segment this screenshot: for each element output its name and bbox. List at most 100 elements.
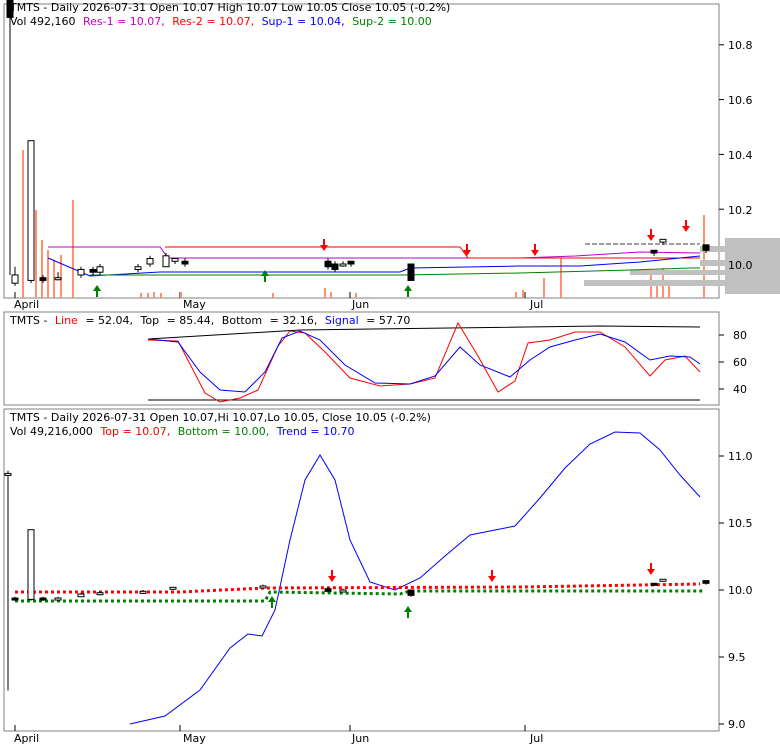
- res1-label: Res-1 = 10.07,: [83, 15, 165, 28]
- volume-bar: [272, 293, 274, 298]
- month-label: April: [14, 732, 39, 745]
- trend-ytick: 11.0: [728, 450, 753, 463]
- month-label: Jun: [351, 732, 369, 745]
- volume-bar: [35, 210, 37, 298]
- volume-bar: [147, 293, 149, 298]
- candle-body: [339, 263, 347, 267]
- volume-bar: [41, 240, 43, 298]
- candle-body: [4, 472, 12, 476]
- candle-body: [134, 266, 142, 270]
- candle-body: [146, 258, 154, 265]
- trend-trend-label: Trend = 10.70: [276, 425, 355, 438]
- price-ytick: 10.2: [728, 204, 753, 217]
- volume-bar: [22, 150, 24, 298]
- month-label: Jul: [529, 732, 543, 745]
- signal-label: Signal: [325, 314, 359, 327]
- trend-ytick: 9.0: [728, 718, 746, 731]
- candle-body: [39, 597, 47, 601]
- trend-title: TMTS - Daily 2026-07-31 Open 10.07,Hi 10…: [9, 411, 431, 424]
- volume-bar: [153, 292, 155, 298]
- oscillator-ytick: 40: [733, 383, 747, 396]
- candle-body: [139, 590, 147, 594]
- volume-bar: [543, 278, 545, 298]
- candle-body: [77, 593, 85, 598]
- candle-body: [324, 260, 332, 268]
- candle-body: [659, 578, 667, 582]
- sup2-label: Sup-2 = 10.00: [352, 15, 432, 28]
- candle-body: [259, 585, 267, 589]
- trend-ytick: 9.5: [728, 651, 746, 664]
- trend-ytick: 10.5: [728, 517, 753, 530]
- candle-body: [339, 589, 347, 593]
- candle-body: [650, 582, 658, 586]
- candle-body: [181, 260, 189, 265]
- volume-profile-bar: [700, 260, 725, 266]
- candle-body: [96, 592, 104, 596]
- price-title: TMTS - Daily 2026-07-31 Open 10.07 High …: [9, 1, 450, 14]
- volume-bar: [522, 290, 524, 298]
- volume-profile-bar: [630, 270, 725, 275]
- candle-body: [96, 266, 104, 273]
- trend-volume-label: Vol 49,216,000: [10, 425, 93, 438]
- volume-bar: [180, 292, 182, 298]
- volume-bar: [330, 292, 332, 298]
- candle-body: [39, 277, 47, 281]
- volume-bar: [72, 200, 74, 298]
- candle-body: [331, 263, 339, 270]
- candle-body: [54, 277, 62, 281]
- volume-bar: [140, 293, 142, 298]
- volume-bar: [515, 292, 517, 298]
- candle-body: [11, 597, 19, 601]
- price-ytick: 10.0: [728, 259, 753, 272]
- oscillator-ytick: 80: [733, 329, 747, 342]
- candle-body: [171, 258, 179, 262]
- candle-body: [702, 580, 710, 584]
- bottom-value: = 32.16,: [270, 314, 318, 327]
- stock-chart: TMTS - Daily 2026-07-31 Open 10.07 High …: [0, 0, 780, 745]
- oscillator-title: TMTS -: [9, 314, 47, 327]
- volume-profile-bar: [584, 280, 725, 286]
- volume-bar: [47, 250, 49, 298]
- candle-body: [169, 586, 177, 590]
- oscillator-ytick: 60: [733, 356, 747, 369]
- candle-body: [659, 238, 667, 243]
- candle-body: [77, 268, 85, 276]
- candle-body: [347, 260, 355, 265]
- candle-body: [650, 249, 658, 254]
- candle-body: [162, 255, 170, 268]
- top-value: = 85.44,: [167, 314, 215, 327]
- sup1-label: Sup-1 = 10.04,: [262, 15, 345, 28]
- oscillator-legend: TMTS - Line = 52.04, Top = 85.44, Bottom…: [9, 314, 410, 327]
- month-label: April: [14, 298, 39, 311]
- month-label: Jul: [529, 298, 543, 311]
- line-value: = 52.04,: [85, 314, 133, 327]
- volume-bar: [324, 288, 326, 298]
- oscillator-y-axis: 80 60 40: [733, 329, 747, 396]
- month-label: Jun: [351, 298, 369, 311]
- candle-body: [89, 268, 97, 273]
- candle-body: [324, 588, 332, 592]
- candle-body: [54, 597, 62, 601]
- res2-label: Res-2 = 10.07,: [172, 15, 254, 28]
- top-label: Top: [140, 314, 160, 327]
- line-label: Line: [55, 314, 78, 327]
- candle-body: [27, 140, 35, 281]
- candle-body: [11, 274, 19, 284]
- price-ytick: 10.8: [728, 39, 753, 52]
- candle-body: [407, 263, 415, 281]
- trend-top-label: Top = 10.07,: [99, 425, 170, 438]
- background: [0, 0, 780, 745]
- price-ytick: 10.6: [728, 94, 753, 107]
- volume-bar: [60, 255, 62, 298]
- candle-body: [27, 529, 35, 600]
- volume-bar: [560, 258, 562, 298]
- bottom-label: Bottom: [222, 314, 262, 327]
- price-legend: Vol 492,160 Res-1 = 10.07, Res-2 = 10.07…: [10, 15, 432, 28]
- candle-body: [407, 589, 415, 596]
- signal-value: = 57.70: [366, 314, 410, 327]
- price-ytick: 10.4: [728, 149, 753, 162]
- trend-legend: Vol 49,216,000 Top = 10.07, Bottom = 10.…: [10, 425, 355, 438]
- month-label: May: [183, 298, 206, 311]
- volume-bar: [160, 293, 162, 298]
- trend-bottom-label: Bottom = 10.00,: [178, 425, 270, 438]
